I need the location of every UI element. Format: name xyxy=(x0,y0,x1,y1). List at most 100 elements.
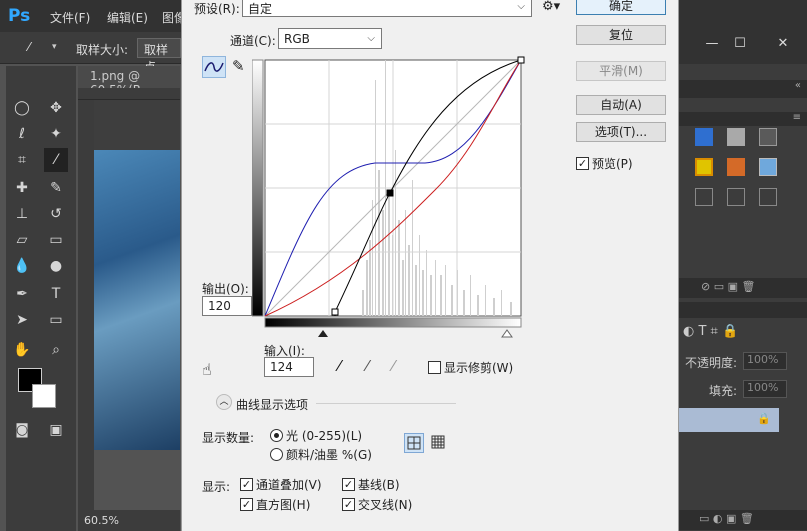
style-swatch-yellow-icon[interactable] xyxy=(695,158,713,176)
channel-select[interactable]: RGB ⌵ xyxy=(278,28,382,49)
input-gradient-bar xyxy=(264,317,522,328)
gradient-tool-icon[interactable]: ▭ xyxy=(44,228,68,252)
path-selection-tool-icon[interactable]: ➤ xyxy=(10,308,34,332)
input-input[interactable]: 124 xyxy=(264,357,314,377)
baseline-checkbox[interactable]: ✓ xyxy=(342,478,355,491)
channel-value: RGB xyxy=(284,32,310,46)
quick-mask-icon[interactable]: ◙ xyxy=(10,418,34,442)
lasso-tool-icon[interactable]: ℓ xyxy=(10,122,34,146)
menu-file[interactable]: 文件(F) xyxy=(50,9,90,26)
black-input-slider[interactable] xyxy=(318,330,328,337)
channel-overlays-label: 通道叠加(V) xyxy=(256,478,322,492)
chevron-down-icon[interactable]: ▾ xyxy=(52,42,57,52)
output-input[interactable]: 120 xyxy=(202,296,252,316)
style-swatch-light-blue-icon[interactable] xyxy=(759,158,777,176)
style-swatch-empty-icon[interactable] xyxy=(695,188,713,206)
panel-collapse-icon[interactable]: « xyxy=(679,80,807,98)
options-button[interactable]: 选项(T)... xyxy=(576,122,666,142)
intersection-line-checkbox[interactable]: ✓ xyxy=(342,498,355,511)
preview-checkbox[interactable]: ✓ xyxy=(576,157,589,170)
curve-control-point[interactable] xyxy=(386,189,394,197)
curve-icon xyxy=(204,62,224,72)
collapse-options-icon[interactable]: ︿ xyxy=(216,394,232,410)
gray-point-eyedropper-icon[interactable]: ⁄ xyxy=(366,357,369,375)
right-panels: — ☐ ✕ « ≡ ⊘ ▭ ▣ 🗑 ◐ T ⌗ 🔒 不透明度: 100% 填充:… xyxy=(679,32,807,531)
output-label: 输出(O): xyxy=(202,282,249,296)
dodge-tool-icon[interactable]: ● xyxy=(44,254,68,278)
fill-input[interactable]: 100% xyxy=(743,380,787,398)
show-clipping-checkbox[interactable] xyxy=(428,361,441,374)
screen-mode-icon[interactable]: ▣ xyxy=(44,418,68,442)
hand-tool-icon[interactable]: ✋ xyxy=(10,338,34,362)
close-icon[interactable]: ✕ xyxy=(763,34,803,54)
style-swatch-orange-icon[interactable] xyxy=(727,158,745,176)
reset-button[interactable]: 复位 xyxy=(576,25,666,45)
light-radio[interactable] xyxy=(270,429,283,442)
preset-select[interactable]: 自定 ⌵ xyxy=(242,0,532,17)
zoom-tool-icon[interactable]: ⌕ xyxy=(44,338,68,362)
panel-menu-icon[interactable]: ≡ xyxy=(679,112,807,126)
pigment-option-label: 颜料/油墨 %(G) xyxy=(286,448,372,462)
style-swatch-empty-icon[interactable] xyxy=(727,188,745,206)
status-bar: 60.5% xyxy=(78,510,180,531)
eyedropper-icon[interactable]: ⁄ xyxy=(28,40,30,54)
document-tab[interactable]: 1.png @ 60.5%(R xyxy=(78,66,180,97)
healing-brush-tool-icon[interactable]: ✚ xyxy=(10,176,34,200)
type-tool-icon[interactable]: T xyxy=(44,282,68,306)
black-point[interactable] xyxy=(331,308,339,316)
pencil-icon[interactable]: ✎ xyxy=(232,57,245,75)
ok-button[interactable]: 确定 xyxy=(576,0,666,15)
style-swatch-dark-icon[interactable] xyxy=(759,128,777,146)
section-divider xyxy=(316,403,456,404)
eraser-tool-icon[interactable]: ▱ xyxy=(10,228,34,252)
history-brush-tool-icon[interactable]: ↺ xyxy=(44,202,68,226)
preset-label: 预设(R): xyxy=(194,2,240,16)
auto-button[interactable]: 自动(A) xyxy=(576,95,666,115)
layer-filter-icons[interactable]: ◐ T ⌗ 🔒 xyxy=(683,324,738,339)
curves-graph[interactable] xyxy=(252,56,532,346)
curve-display-options-label[interactable]: 曲线显示选项 xyxy=(236,396,308,413)
menu-edit[interactable]: 编辑(E) xyxy=(107,9,148,26)
white-point[interactable] xyxy=(517,56,525,64)
blur-tool-icon[interactable]: 💧 xyxy=(10,254,34,278)
ruler-horizontal xyxy=(78,88,180,100)
background-color-swatch[interactable] xyxy=(32,384,56,408)
sample-size-select[interactable]: 取样点 xyxy=(137,38,181,74)
crop-tool-icon[interactable]: ⌗ xyxy=(10,148,34,172)
histogram-checkbox[interactable]: ✓ xyxy=(240,498,253,511)
magic-wand-tool-icon[interactable]: ✦ xyxy=(44,122,68,146)
window-controls: — ☐ ✕ xyxy=(679,32,807,64)
style-swatch-empty-icon[interactable] xyxy=(759,188,777,206)
preset-options-gear-icon[interactable]: ⚙▾ xyxy=(542,0,560,14)
light-option-label: 光 (0-255)(L) xyxy=(286,429,363,443)
chevron-down-icon: ⌵ xyxy=(517,1,525,12)
pen-tool-icon[interactable]: ✒ xyxy=(10,282,34,306)
show-clipping-label: 显示修剪(W) xyxy=(444,361,514,375)
panel-footer-icons: ⊘ ▭ ▣ 🗑 xyxy=(679,278,807,298)
opacity-input[interactable]: 100% xyxy=(743,352,787,370)
zoom-level[interactable]: 60.5% xyxy=(84,514,119,527)
brush-tool-icon[interactable]: ✎ xyxy=(44,176,68,200)
black-point-eyedropper-icon[interactable]: ⁄ xyxy=(338,357,341,375)
show-label: 显示: xyxy=(202,480,231,494)
white-point-eyedropper-icon[interactable]: ⁄ xyxy=(392,357,395,375)
style-swatch-gray-icon[interactable] xyxy=(727,128,745,146)
chevron-down-icon: ⌵ xyxy=(367,33,375,44)
tools-panel: ◯ ✥ ℓ ✦ ⌗ ⁄ ✚ ✎ ⊥ ↺ ▱ ▭ 💧 ● ✒ T ➤ ▭ ✋ ⌕ … xyxy=(6,66,76,531)
pigment-radio[interactable] xyxy=(270,448,283,461)
on-image-adjust-hand-icon[interactable]: ☝ xyxy=(202,360,212,379)
eyedropper-tool-icon[interactable]: ⁄ xyxy=(44,148,68,172)
style-swatch-blue-icon[interactable] xyxy=(695,128,713,146)
clone-stamp-tool-icon[interactable]: ⊥ xyxy=(10,202,34,226)
detailed-grid-button[interactable] xyxy=(429,433,449,453)
shape-tool-icon[interactable]: ▭ xyxy=(44,308,68,332)
white-input-slider[interactable] xyxy=(501,329,513,338)
smooth-button[interactable]: 平滑(M) xyxy=(576,61,666,81)
move-tool-icon[interactable]: ✥ xyxy=(44,96,68,120)
simple-grid-button[interactable] xyxy=(404,433,424,453)
marquee-tool-icon[interactable]: ◯ xyxy=(10,96,34,120)
curve-edit-mode-button[interactable] xyxy=(202,56,226,78)
channel-overlays-checkbox[interactable]: ✓ xyxy=(240,478,253,491)
minimize-icon[interactable]: — xyxy=(699,34,725,54)
maximize-icon[interactable]: ☐ xyxy=(727,34,753,54)
